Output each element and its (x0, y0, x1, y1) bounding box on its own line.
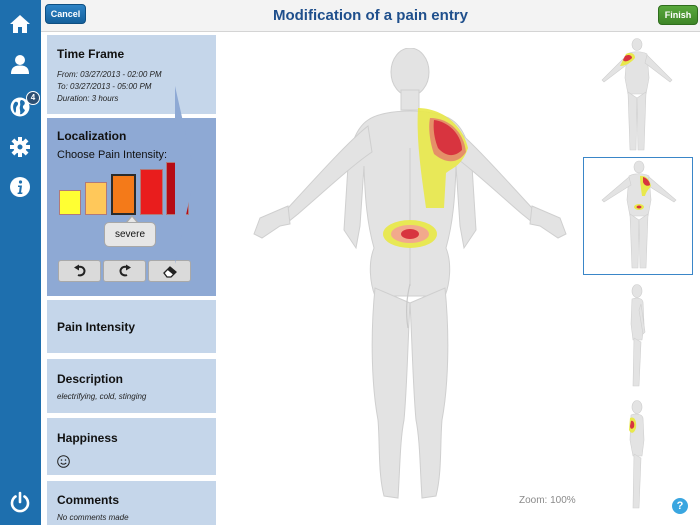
comments-title: Comments (57, 493, 120, 507)
finish-button[interactable]: Finish (658, 5, 698, 25)
happiness-card[interactable]: Happiness (47, 418, 216, 475)
body-thumbnail-side-2[interactable] (620, 400, 654, 512)
home-icon[interactable] (9, 13, 31, 35)
header-bar: Cancel Modification of a pain entry Fini… (41, 0, 700, 32)
time-frame-title: Time Frame (57, 47, 125, 61)
pain-intensity-title: Pain Intensity (57, 320, 136, 334)
page-title: Modification of a pain entry (272, 7, 468, 24)
comments-value: No comments made (57, 513, 129, 522)
notification-badge: 4 (26, 91, 40, 105)
help-button[interactable]: ? (672, 498, 688, 514)
time-frame-duration: Duration: 3 hours (57, 94, 119, 103)
choose-intensity-label: Choose Pain Intensity: (57, 149, 168, 161)
zoom-level: Zoom: 100% (519, 495, 576, 506)
gear-icon[interactable] (9, 136, 31, 158)
happiness-title: Happiness (57, 431, 118, 445)
localization-title: Localization (57, 129, 127, 143)
pain-intensity-card[interactable]: Pain Intensity (47, 300, 216, 353)
eraser-icon (162, 266, 177, 278)
body-thumbnail-back[interactable] (594, 160, 684, 272)
info-icon[interactable] (9, 176, 31, 198)
redo-button[interactable] (103, 260, 146, 282)
intensity-tooltip: severe (104, 222, 156, 247)
body-thumbnail-front[interactable] (594, 38, 680, 153)
undo-button[interactable] (58, 260, 101, 282)
redo-icon (119, 264, 131, 277)
undo-icon (73, 264, 85, 277)
side-navigation: 4 (0, 0, 41, 525)
body-figure-back[interactable] (250, 48, 570, 503)
smile-icon (57, 455, 70, 468)
body-thumbnail-side[interactable] (615, 284, 659, 390)
description-value: electrifying, cold, stinging (57, 392, 147, 401)
description-card[interactable]: Description electrifying, cold, stinging (47, 359, 216, 413)
intensity-swatch-4[interactable] (140, 169, 163, 215)
user-icon[interactable] (9, 53, 31, 75)
intensity-swatch-2[interactable] (85, 182, 107, 215)
comments-card[interactable]: Comments No comments made (47, 481, 216, 525)
description-title: Description (57, 372, 124, 386)
intensity-swatch-1[interactable] (59, 190, 81, 215)
active-section-pointer (175, 86, 195, 264)
time-frame-to: To: 03/27/2013 - 05:00 PM (57, 82, 152, 91)
power-icon[interactable] (9, 491, 31, 513)
intensity-swatch-3[interactable] (111, 174, 136, 215)
time-frame-from: From: 03/27/2013 - 02:00 PM (57, 70, 162, 79)
